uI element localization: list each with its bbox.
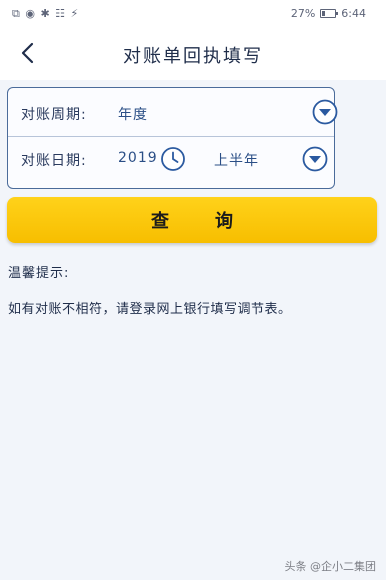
query-button[interactable]: 查询 bbox=[7, 197, 377, 243]
clock-time: 6:44 bbox=[341, 7, 366, 20]
status-bar: ⧉ ◉ ✱ ☷ ⚡ 27% 6:44 bbox=[0, 0, 386, 28]
watermark-text: 头条 @企小二集团 bbox=[284, 560, 377, 573]
date-label: 对账日期: bbox=[21, 153, 87, 169]
form-divider bbox=[8, 136, 334, 137]
battery-percent: 27% bbox=[290, 7, 316, 20]
period-label: 对账周期: bbox=[21, 107, 87, 123]
period-dropdown-icon[interactable] bbox=[312, 99, 338, 125]
battery-fill bbox=[322, 11, 326, 16]
date-year-value[interactable]: 2019 bbox=[118, 150, 158, 166]
battery-icon bbox=[320, 9, 339, 18]
tips-title: 温馨提示: bbox=[8, 266, 70, 281]
query-form-card: 对账周期: 年度 对账日期: 2019 上半年 bbox=[7, 87, 338, 189]
page-title: 对账单回执填写 bbox=[123, 46, 263, 67]
clock-icon[interactable] bbox=[160, 146, 186, 172]
status-icons: ⧉ ◉ ✱ ☷ ⚡ bbox=[12, 7, 80, 20]
nav-bar: 对账单回执填写 bbox=[0, 28, 386, 80]
period-select-value[interactable]: 年度 bbox=[118, 104, 148, 124]
half-dropdown-icon[interactable] bbox=[302, 146, 328, 172]
status-right-group: 27% 6:44 bbox=[291, 7, 366, 20]
date-half-value[interactable]: 上半年 bbox=[214, 150, 259, 170]
tips-text: 如有对账不相符，请登录网上银行填写调节表。 bbox=[8, 302, 292, 317]
